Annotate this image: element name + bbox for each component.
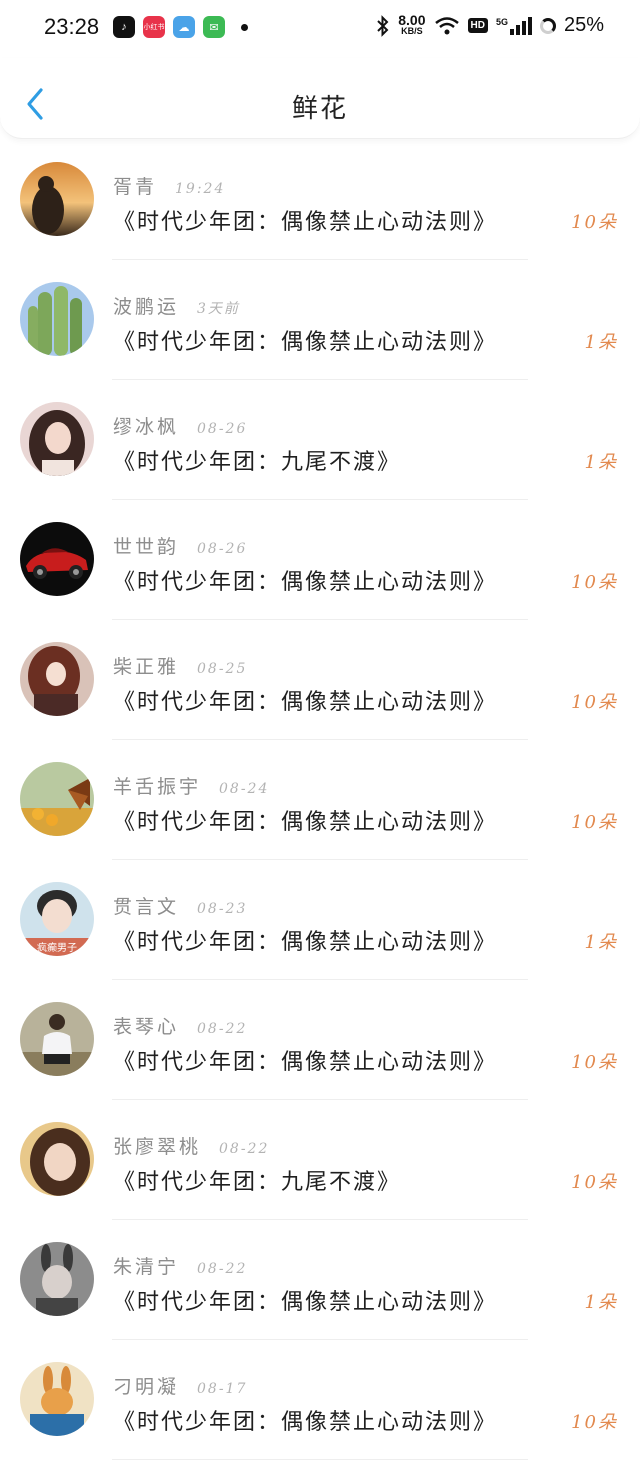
book-title[interactable]: 《时代少年团：偶像禁止心动法则》 [113, 1284, 497, 1316]
weather-icon: ☁ [173, 16, 195, 38]
list-item[interactable]: 张廖翠桃 08-22 《时代少年团：九尾不渡》 10朵 [0, 1100, 640, 1220]
network-speed-value: 8.00 [398, 11, 426, 28]
flower-gift-list: 胥青 19:24 《时代少年团：偶像禁止心动法则》 10朵 波鹏运 3天前 《时… [0, 140, 640, 1460]
signal-icon: 5G [495, 16, 532, 35]
flower-count: 1朵 [584, 332, 618, 353]
avatar[interactable] [20, 282, 94, 356]
gift-time: 08-22 [197, 1261, 248, 1277]
bluetooth-icon [377, 14, 389, 37]
user-name: 柴正雅 [113, 656, 180, 678]
battery-level: 25% [563, 14, 604, 36]
user-name: 刁明凝 [113, 1376, 180, 1398]
status-bar: 23:28 ♪ 小红书 ☁ ✉ 8.00 KB/S HD 5G 25% [0, 0, 640, 58]
list-item[interactable]: 缪冰枫 08-26 《时代少年团：九尾不渡》 1朵 [0, 380, 640, 500]
user-name: 波鹏运 [113, 296, 180, 318]
gift-time: 3天前 [197, 301, 240, 317]
user-name: 胥青 [113, 176, 158, 198]
status-time: 23:28 [44, 14, 100, 39]
gift-time: 08-22 [219, 1141, 270, 1157]
shopping-icon: ✉ [203, 16, 225, 38]
hd-badge: HD [467, 18, 488, 33]
book-title[interactable]: 《时代少年团：九尾不渡》 [113, 444, 401, 476]
list-item[interactable]: 疯癫男子 贯言文 08-23 《时代少年团：偶像禁止心动法则》 1朵 [0, 860, 640, 980]
user-name: 表琴心 [113, 1016, 180, 1038]
flower-count: 10朵 [571, 1052, 618, 1073]
flower-count: 1朵 [584, 932, 618, 953]
status-indicators: 8.00 KB/S HD 5G 25% [376, 11, 604, 37]
gift-time: 08-26 [197, 541, 248, 557]
header: 鲜花 [0, 58, 640, 139]
list-item[interactable]: 朱清宁 08-22 《时代少年团：偶像禁止心动法则》 1朵 [0, 1220, 640, 1340]
list-item[interactable]: 表琴心 08-22 《时代少年团：偶像禁止心动法则》 10朵 [0, 980, 640, 1100]
book-title[interactable]: 《时代少年团：偶像禁止心动法则》 [113, 924, 497, 956]
user-name: 张廖翠桃 [113, 1136, 202, 1158]
flower-count: 10朵 [571, 1172, 618, 1193]
user-name: 缪冰枫 [113, 416, 180, 438]
avatar[interactable] [20, 762, 94, 836]
list-item[interactable]: 波鹏运 3天前 《时代少年团：偶像禁止心动法则》 1朵 [0, 260, 640, 380]
gift-time: 08-23 [197, 901, 248, 917]
book-title[interactable]: 《时代少年团：偶像禁止心动法则》 [113, 1404, 497, 1436]
flower-count: 1朵 [584, 452, 618, 473]
book-title[interactable]: 《时代少年团：偶像禁止心动法则》 [113, 204, 497, 236]
avatar[interactable] [20, 1242, 94, 1316]
user-name: 羊舌振宇 [113, 776, 202, 798]
list-item[interactable]: 刁明凝 08-17 《时代少年团：偶像禁止心动法则》 10朵 [0, 1340, 640, 1460]
avatar[interactable] [20, 522, 94, 596]
gift-time: 19:24 [175, 181, 226, 197]
gift-time: 08-24 [219, 781, 270, 797]
list-item[interactable]: 世世韵 08-26 《时代少年团：偶像禁止心动法则》 10朵 [0, 500, 640, 620]
gift-time: 08-17 [197, 1381, 248, 1397]
flower-count: 10朵 [571, 812, 618, 833]
network-speed: 8.00 KB/S [398, 11, 426, 37]
battery-icon [539, 17, 556, 34]
flower-count: 10朵 [571, 572, 618, 593]
user-name: 朱清宁 [113, 1256, 180, 1278]
book-title[interactable]: 《时代少年团：偶像禁止心动法则》 [113, 564, 497, 596]
avatar[interactable] [20, 1362, 94, 1436]
signal-label: 5G [495, 16, 508, 27]
notification-app-icons: ♪ 小红书 ☁ ✉ [113, 16, 248, 38]
avatar[interactable] [20, 642, 94, 716]
avatar[interactable]: 疯癫男子 [20, 882, 94, 956]
user-name: 贯言文 [113, 896, 180, 918]
book-title[interactable]: 《时代少年团：九尾不渡》 [113, 1164, 401, 1196]
gift-time: 08-25 [197, 661, 248, 677]
flower-count: 1朵 [584, 1292, 618, 1313]
avatar[interactable] [20, 1002, 94, 1076]
book-title[interactable]: 《时代少年团：偶像禁止心动法则》 [113, 1044, 497, 1076]
book-title[interactable]: 《时代少年团：偶像禁止心动法则》 [113, 804, 497, 836]
avatar[interactable] [20, 1122, 94, 1196]
avatar-caption: 疯癫男子 [37, 941, 77, 954]
avatar[interactable] [20, 402, 94, 476]
more-notifications-dot [241, 23, 248, 31]
book-title[interactable]: 《时代少年团：偶像禁止心动法则》 [113, 324, 497, 356]
gift-time: 08-26 [197, 421, 248, 437]
book-title[interactable]: 《时代少年团：偶像禁止心动法则》 [113, 684, 497, 716]
wifi-icon [434, 16, 459, 34]
network-speed-unit: KB/S [401, 25, 423, 36]
list-item[interactable]: 羊舌振宇 08-24 《时代少年团：偶像禁止心动法则》 10朵 [0, 740, 640, 860]
tiktok-icon: ♪ [113, 16, 135, 38]
flower-count: 10朵 [571, 1412, 618, 1433]
flower-count: 10朵 [571, 212, 618, 233]
avatar[interactable] [20, 162, 94, 236]
list-item[interactable]: 胥青 19:24 《时代少年团：偶像禁止心动法则》 10朵 [0, 140, 640, 260]
user-name: 世世韵 [113, 536, 180, 558]
xiaohongshu-icon: 小红书 [143, 16, 165, 38]
list-item[interactable]: 柴正雅 08-25 《时代少年团：偶像禁止心动法则》 10朵 [0, 620, 640, 740]
flower-count: 10朵 [571, 692, 618, 713]
gift-time: 08-22 [197, 1021, 248, 1037]
page-title: 鲜花 [291, 94, 348, 124]
